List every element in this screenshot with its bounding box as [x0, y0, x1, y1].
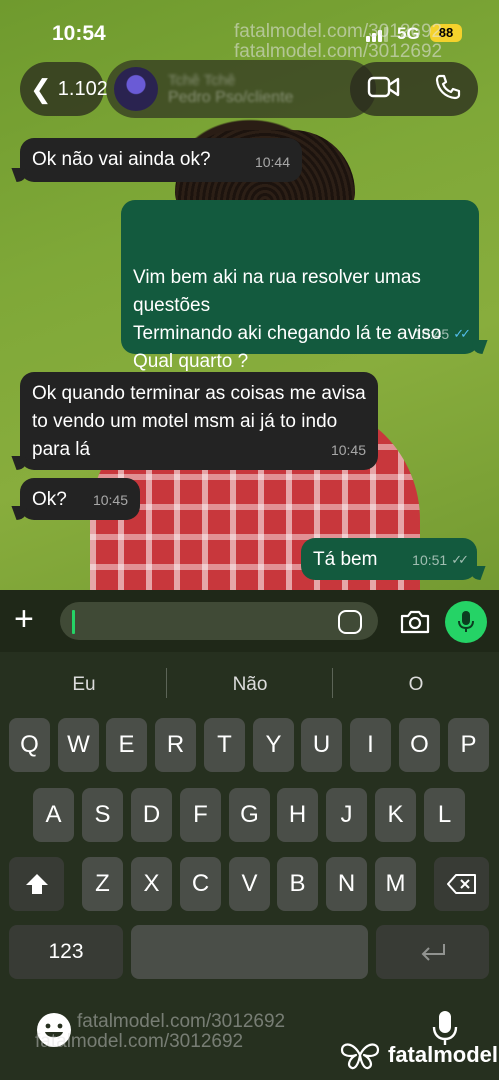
key-m[interactable]: M — [375, 857, 416, 911]
numbers-key[interactable]: 123 — [9, 925, 123, 979]
message-text: Ok não vai ainda ok? — [32, 149, 211, 170]
voice-call-icon[interactable] — [434, 73, 462, 106]
microphone-button[interactable] — [445, 601, 487, 643]
message-time: 10:45 — [93, 486, 128, 514]
sticker-icon[interactable] — [338, 610, 362, 634]
text-caret — [72, 610, 75, 634]
key-g[interactable]: G — [229, 788, 270, 842]
contact-info[interactable]: Tchê Tchê Pedro Pso/cliente — [106, 60, 376, 118]
time-label: 10:45 — [92, 492, 128, 508]
brand-name: fatalmodel — [388, 1042, 499, 1067]
key-p[interactable]: P — [448, 718, 489, 772]
key-s[interactable]: S — [82, 788, 123, 842]
message-input[interactable] — [60, 602, 378, 640]
message-time: 10:45 ✓✓ — [414, 320, 471, 348]
message-text: Vim bem aki na rua resolver umas questõe… — [133, 267, 442, 372]
key-o[interactable]: O — [399, 718, 440, 772]
message-incoming[interactable]: Ok? 10:45 — [11, 478, 140, 520]
watermark-line: fatalmodel.com/3012692 — [234, 21, 443, 42]
watermark-line: fatalmodel.com/3012692 — [35, 1031, 244, 1052]
key-j[interactable]: J — [326, 788, 367, 842]
message-text: Ok? — [32, 489, 67, 510]
return-key[interactable] — [376, 925, 489, 979]
contact-name: Tchê Tchê — [168, 71, 236, 89]
unread-count: 1.102 — [57, 77, 108, 100]
suggestion-bar: Eu Não O — [0, 652, 499, 714]
chat-header: ❮ 1.102 Tchê Tchê Pedro Pso/cliente — [0, 60, 499, 130]
key-a[interactable]: A — [33, 788, 74, 842]
back-button[interactable]: ❮ 1.102 — [20, 62, 108, 116]
suggestion-item[interactable]: Não — [170, 674, 330, 696]
butterfly-logo-icon — [340, 1043, 380, 1070]
camera-icon[interactable] — [399, 609, 431, 640]
chevron-left-icon: ❮ — [30, 74, 52, 104]
message-outgoing[interactable]: Vim bem aki na rua resolver umas questõe… — [121, 200, 488, 372]
watermark-line: fatalmodel.com/3012692 — [234, 41, 443, 62]
watermark-top: fatalmodel.com/3012692 fatalmodel.com/30… — [234, 22, 442, 62]
watermark-line: fatalmodel.com/3012692 — [77, 1011, 286, 1032]
message-incoming[interactable]: Ok não vai ainda ok? 10:44 — [11, 138, 302, 182]
suggestion-item[interactable]: Eu — [4, 674, 164, 696]
read-check-icon: ✓✓ — [453, 326, 471, 341]
avatar[interactable] — [114, 67, 158, 111]
key-i[interactable]: I — [350, 718, 391, 772]
key-c[interactable]: C — [180, 857, 221, 911]
shift-icon — [25, 874, 48, 894]
key-w[interactable]: W — [58, 718, 99, 772]
brand-logo: fatalmodel — [340, 1040, 498, 1070]
divider — [332, 668, 333, 698]
message-outgoing[interactable]: Tá bem 10:51 ✓✓ — [301, 538, 486, 580]
call-actions — [350, 62, 478, 116]
delivered-check-icon: ✓✓ — [451, 552, 469, 567]
backspace-icon — [446, 874, 476, 894]
key-n[interactable]: N — [326, 857, 367, 911]
backspace-key[interactable] — [434, 857, 489, 911]
shift-key[interactable] — [9, 857, 64, 911]
divider — [166, 668, 167, 698]
key-x[interactable]: X — [131, 857, 172, 911]
key-l[interactable]: L — [424, 788, 465, 842]
microphone-icon — [458, 611, 474, 632]
message-time: 10:44 — [255, 148, 290, 176]
key-f[interactable]: F — [180, 788, 221, 842]
message-incoming[interactable]: Ok quando terminar as coisas me avisa to… — [11, 372, 378, 470]
message-text: Tá bem — [313, 549, 378, 570]
status-time: 10:54 — [52, 22, 106, 45]
suggestion-item[interactable]: O — [336, 674, 496, 696]
space-key[interactable] — [131, 925, 368, 979]
message-time: 10:45 — [331, 436, 366, 464]
time-label: 10:45 — [330, 442, 366, 458]
time-label: 10:45 — [414, 326, 450, 342]
key-q[interactable]: Q — [9, 718, 50, 772]
key-u[interactable]: U — [301, 718, 342, 772]
key-h[interactable]: H — [277, 788, 318, 842]
message-text: Ok quando terminar as coisas me avisa to… — [32, 383, 366, 460]
contact-subtitle: Pedro Pso/cliente — [168, 88, 294, 106]
key-e[interactable]: E — [106, 718, 147, 772]
video-call-icon[interactable] — [367, 74, 401, 105]
key-b[interactable]: B — [277, 857, 318, 911]
key-v[interactable]: V — [229, 857, 270, 911]
key-y[interactable]: Y — [253, 718, 294, 772]
key-t[interactable]: T — [204, 718, 245, 772]
time-label: 10:51 — [412, 552, 448, 568]
return-icon — [421, 944, 445, 961]
compose-bar: + — [0, 590, 499, 652]
plus-icon[interactable]: + — [14, 602, 34, 636]
key-r[interactable]: R — [155, 718, 196, 772]
watermark-bottom: fatalmodel.com/3012692 fatalmodel.com/30… — [35, 1012, 285, 1052]
message-time: 10:51 ✓✓ — [412, 546, 469, 574]
time-label: 10:44 — [254, 154, 290, 170]
key-z[interactable]: Z — [82, 857, 123, 911]
key-d[interactable]: D — [131, 788, 172, 842]
key-k[interactable]: K — [375, 788, 416, 842]
